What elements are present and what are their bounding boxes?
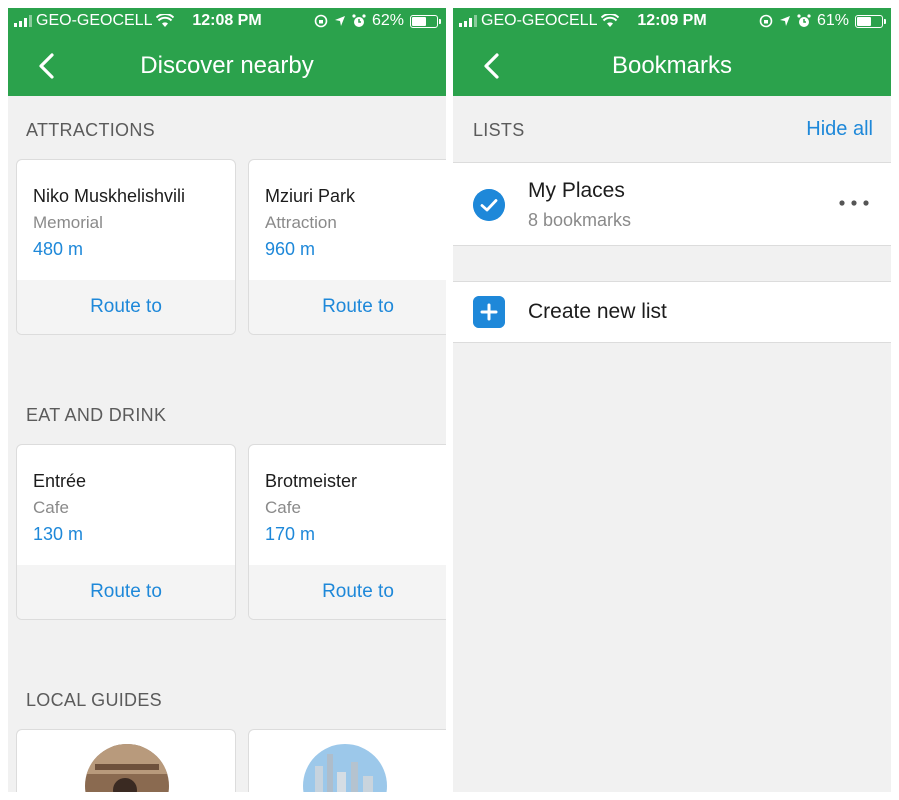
bookmarks-screen: GEO-GEOCELL 12:09 PM 61% Bookmarks LISTS… (453, 8, 891, 792)
battery-percent: 61% (816, 12, 849, 29)
battery-percent: 62% (371, 12, 404, 29)
plus-icon (473, 296, 505, 328)
more-dots-icon[interactable] (837, 193, 871, 213)
list-name: My Places (528, 179, 625, 202)
nav-bar: Discover nearby (8, 38, 446, 94)
place-name: Niko Muskhelishvili (33, 186, 186, 206)
place-distance: 130 m (33, 524, 84, 544)
guide-avatar (85, 744, 169, 792)
route-to-button[interactable]: Route to (17, 565, 235, 619)
route-to-button[interactable]: Route to (249, 565, 446, 619)
section-title-local-guides: LOCAL GUIDES (26, 690, 162, 710)
page-title: Discover nearby (140, 52, 314, 79)
place-type: Memorial (33, 213, 103, 232)
screen-lock-icon (314, 14, 328, 28)
location-arrow-icon (334, 16, 345, 26)
route-to-button[interactable]: Route to (249, 280, 446, 334)
hide-all-button[interactable]: Hide all (806, 118, 873, 141)
lists-header: LISTS Hide all (453, 96, 891, 162)
place-card[interactable]: Entrée Cafe 130 m Route to (16, 444, 236, 620)
place-card[interactable]: Brotmeister Cafe 170 m Route to (248, 444, 446, 620)
app-header: GEO-GEOCELL 12:08 PM 62% Discover nearby (8, 8, 446, 96)
place-type: Cafe (265, 498, 301, 517)
alarm-icon (797, 14, 811, 27)
place-type: Cafe (33, 498, 69, 517)
place-distance: 480 m (33, 239, 84, 259)
app-header: GEO-GEOCELL 12:09 PM 61% Bookmarks (453, 8, 891, 96)
place-distance: 960 m (265, 239, 316, 259)
place-card[interactable]: Niko Muskhelishvili Memorial 480 m Route… (16, 159, 236, 335)
guide-card[interactable] (16, 729, 236, 792)
check-circle-icon[interactable] (473, 189, 505, 221)
page-title: Bookmarks (611, 52, 733, 79)
section-title-attractions: ATTRACTIONS (26, 120, 155, 140)
place-name: Entrée (33, 471, 87, 491)
route-to-button[interactable]: Route to (17, 280, 235, 334)
place-name: Brotmeister (265, 471, 358, 491)
bookmark-list-row[interactable]: My Places 8 bookmarks (453, 162, 891, 246)
nav-bar: Bookmarks (453, 38, 891, 94)
place-card[interactable]: Mziuri Park Attraction 960 m Route to (248, 159, 446, 335)
discover-screen: GEO-GEOCELL 12:08 PM 62% Discover nearby… (8, 8, 446, 792)
bookmark-count: 8 bookmarks (528, 210, 632, 230)
location-arrow-icon (779, 16, 790, 26)
place-name: Mziuri Park (265, 186, 356, 206)
status-bar: GEO-GEOCELL 12:08 PM 62% (8, 8, 446, 34)
place-distance: 170 m (265, 524, 316, 544)
guide-avatar (303, 744, 387, 792)
battery-icon (855, 14, 886, 28)
screen-lock-icon (759, 14, 773, 28)
create-list-button[interactable]: Create new list (453, 281, 891, 343)
battery-icon (410, 14, 441, 28)
section-title-eat-and-drink: EAT AND DRINK (26, 405, 167, 425)
guide-card[interactable] (248, 729, 446, 792)
status-bar: GEO-GEOCELL 12:09 PM 61% (453, 8, 891, 34)
lists-label: LISTS (473, 120, 525, 140)
create-list-label: Create new list (528, 300, 667, 323)
alarm-icon (352, 14, 366, 27)
place-type: Attraction (265, 213, 337, 232)
